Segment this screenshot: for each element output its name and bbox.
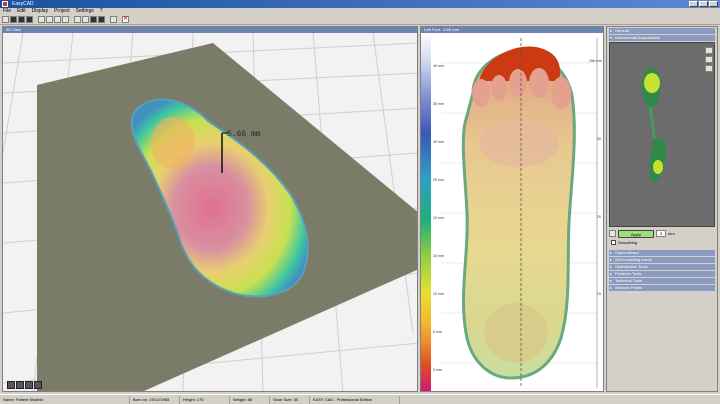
save-icon[interactable] <box>18 16 25 23</box>
menu-settings[interactable]: Settings <box>76 8 94 15</box>
preview-heel <box>649 137 666 182</box>
status-bar: Name: Patient Modello Born on: 19/12/196… <box>0 394 720 404</box>
3d-view-pane[interactable]: 3D View 5.66 mm <box>2 26 418 392</box>
preview-heel-hotspot <box>653 160 663 174</box>
pressure-view-pane[interactable]: Left Foot - 5.66 mm 40 mm 35 mm 30 mm 25… <box>420 26 604 392</box>
window-titlebar: EasyCAD <box>0 0 720 8</box>
preview-tools <box>705 47 713 72</box>
value-stepper[interactable]: 3 <box>656 230 666 237</box>
status-edition: EASY CAD - Professional Edition <box>310 395 400 404</box>
ball-pressure-zone <box>479 119 559 167</box>
app-icon <box>2 1 8 7</box>
cursor-tool-icon[interactable] <box>7 381 15 389</box>
toe-3 <box>509 69 527 97</box>
section-optimization[interactable]: Optimization Tools <box>609 264 715 270</box>
paste-icon[interactable] <box>46 16 53 23</box>
layout-icon[interactable] <box>62 16 69 23</box>
toolbar-separator <box>34 16 37 23</box>
open-file-icon[interactable] <box>10 16 17 23</box>
ruler-label: 20 <box>597 215 601 219</box>
pan-tool-icon[interactable] <box>34 381 42 389</box>
foot-preview[interactable] <box>609 42 715 227</box>
view-tools <box>7 381 42 389</box>
print-icon[interactable] <box>26 16 33 23</box>
section-general[interactable]: General <box>609 28 715 34</box>
section-instrumental-amputations[interactable]: Instrumental Amputations <box>609 35 715 41</box>
copy-icon[interactable] <box>38 16 45 23</box>
menu-project[interactable]: Project <box>54 8 70 15</box>
smoothing-checkbox[interactable] <box>611 240 616 245</box>
close-icon[interactable]: ✕ <box>122 16 129 23</box>
menu-edit[interactable]: Edit <box>17 8 26 15</box>
apply-row: Apply 3 mm <box>609 229 715 238</box>
view-icon[interactable] <box>74 16 81 23</box>
close-window-button[interactable] <box>709 1 718 7</box>
toolbar-separator <box>106 16 109 23</box>
menu-bar: File Edit Display Project Settings ? <box>0 8 720 15</box>
section-self-modelling[interactable]: Self-modelling insole <box>609 257 715 263</box>
grid-icon[interactable] <box>54 16 61 23</box>
status-born: Born on: 19/12/1965 <box>130 395 180 404</box>
rotate-tool-icon[interactable] <box>16 381 24 389</box>
preview-forefoot-hotspot <box>644 73 660 93</box>
status-height: Height: 175 <box>180 395 230 404</box>
section-technical[interactable]: Technical Tools <box>609 278 715 284</box>
ruler-label: 30 <box>597 137 601 141</box>
foot-tool-icon[interactable] <box>110 16 117 23</box>
preview-zoom-icon[interactable] <box>705 47 713 54</box>
preview-view-icon[interactable] <box>705 56 713 63</box>
ruler-label: 10 <box>597 292 601 296</box>
section-object-library[interactable]: Object library <box>609 250 715 256</box>
new-file-icon[interactable] <box>2 16 9 23</box>
toe-5 <box>551 77 571 109</box>
3d-scene[interactable]: 5.66 mm <box>3 33 418 392</box>
measurement-label: 5.66 mm <box>227 130 261 139</box>
toe-1 <box>472 79 490 107</box>
properties-panel: General Instrumental Amputations Apply 3… <box>606 26 718 392</box>
menu-file[interactable]: File <box>3 8 11 15</box>
smoothing-label: Smoothing <box>618 240 638 245</box>
toe-4 <box>529 68 549 98</box>
measure-tool-icon[interactable] <box>90 16 97 23</box>
status-weight: Weight: 68 <box>230 395 270 404</box>
window-controls <box>689 1 718 7</box>
toolbar-separator <box>70 16 73 23</box>
pressure-map[interactable] <box>421 33 604 392</box>
status-shoe-size: Shoe Size: 35 <box>270 395 310 404</box>
brush-icon[interactable] <box>609 230 616 237</box>
preview-grid-icon[interactable] <box>705 65 713 72</box>
section-posterior[interactable]: Posterior Tools <box>609 271 715 277</box>
wrench-tool-icon[interactable] <box>98 16 105 23</box>
line-tool-icon[interactable] <box>82 16 89 23</box>
maximize-button[interactable] <box>699 1 708 7</box>
status-name: Name: Patient Modello <box>0 395 130 404</box>
menu-help[interactable]: ? <box>100 8 103 15</box>
window-title: EasyCAD <box>12 1 34 7</box>
preview-map <box>642 68 666 182</box>
ruler-label: 256 mm <box>589 59 602 63</box>
section-sensors[interactable]: Sensors Points <box>609 285 715 291</box>
zoom-tool-icon[interactable] <box>25 381 33 389</box>
toolbar: ✕ <box>0 15 720 25</box>
apply-button[interactable]: Apply <box>618 229 654 238</box>
minimize-button[interactable] <box>689 1 698 7</box>
toolbar-separator <box>118 16 121 23</box>
preview-midfoot <box>648 106 656 140</box>
unit-label: mm <box>668 231 675 236</box>
heel-pressure-zone <box>484 303 548 363</box>
heel-pressure-zone <box>151 117 195 169</box>
toe-2 <box>491 75 507 101</box>
menu-display[interactable]: Display <box>32 8 48 15</box>
